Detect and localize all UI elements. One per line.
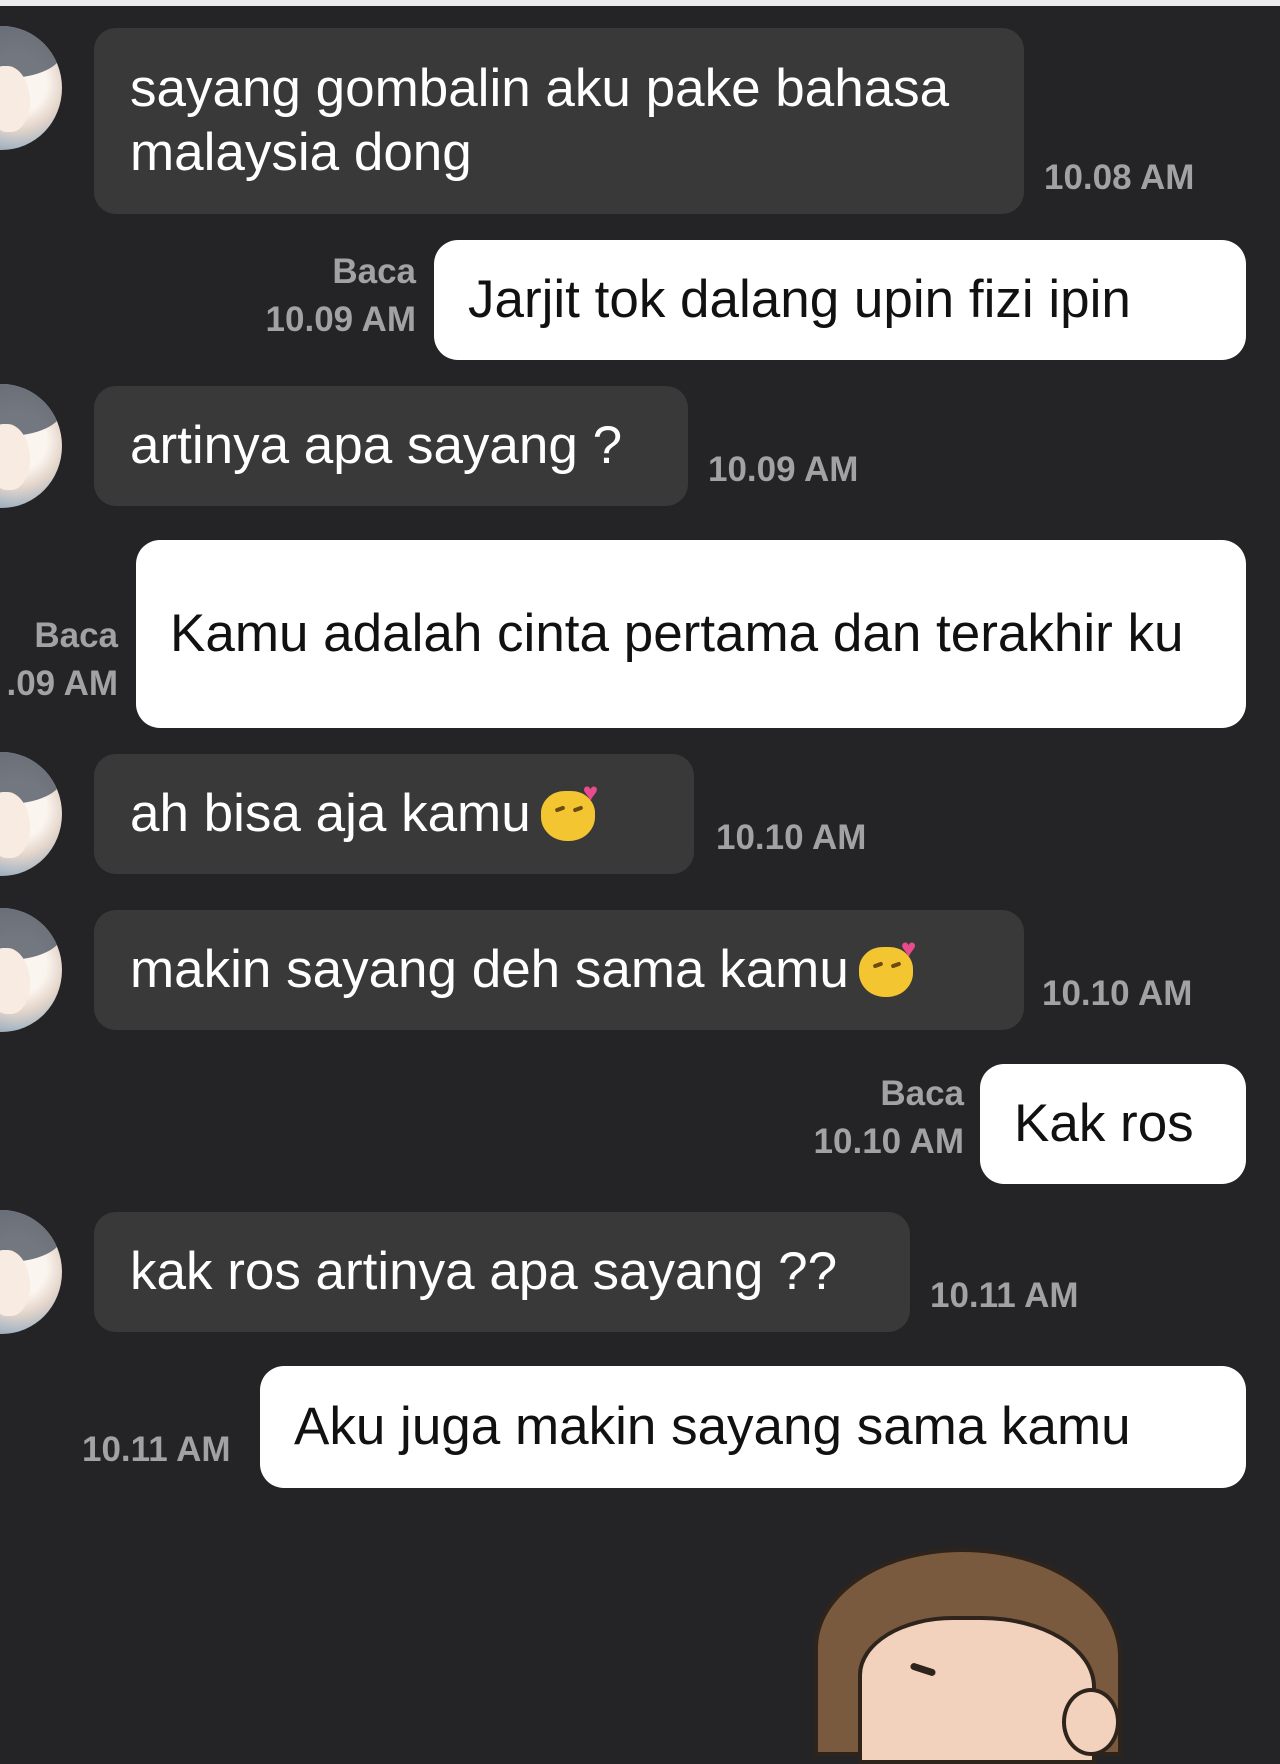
message-timestamp: 10.09 AM [265,300,416,339]
cartoon-character-illustration [800,1538,1130,1764]
message-text: makin sayang deh sama kamu [130,940,849,999]
message-meta: Baca 10.10 AM [780,1070,964,1166]
message-text: Aku juga makin sayang sama kamu [294,1397,1131,1456]
outgoing-message-bubble[interactable]: Kamu adalah cinta pertama dan terakhir k… [136,540,1246,728]
message-text: artinya apa sayang ? [130,416,623,475]
message-timestamp: 10.10 AM [1042,974,1193,1013]
message-timestamp: 10.11 AM [82,1430,231,1469]
kissing-face-with-heart-emoji: ♥ [539,779,598,843]
message-timestamp: 10.11 AM [930,1276,1079,1315]
message-meta: Baca .09 AM [0,612,118,708]
message-timestamp: 10.09 AM [708,450,859,489]
message-timestamp: 10.08 AM [1044,158,1195,197]
incoming-message-bubble[interactable]: makin sayang deh sama kamu ♥ [94,910,1024,1030]
message-text: sayang gombalin aku pake bahasa malaysia… [130,59,950,182]
top-edge-strip [0,0,1280,6]
incoming-message-bubble[interactable]: sayang gombalin aku pake bahasa malaysia… [94,28,1024,214]
message-text: Kak ros [1014,1094,1194,1153]
read-status: Baca [880,1074,964,1113]
outgoing-message-bubble[interactable]: Kak ros [980,1064,1246,1184]
message-timestamp: 10.10 AM [813,1122,964,1161]
read-status: Baca [332,252,416,291]
contact-avatar[interactable] [0,26,62,150]
contact-avatar[interactable] [0,908,62,1032]
contact-avatar[interactable] [0,752,62,876]
incoming-message-bubble[interactable]: ah bisa aja kamu ♥ [94,754,694,874]
message-text: kak ros artinya apa sayang ?? [130,1242,838,1301]
message-text: Kamu adalah cinta pertama dan terakhir k… [170,604,1184,663]
incoming-message-bubble[interactable]: kak ros artinya apa sayang ?? [94,1212,910,1332]
outgoing-message-bubble[interactable]: Aku juga makin sayang sama kamu [260,1366,1246,1488]
read-status: Baca [34,616,118,655]
message-text: ah bisa aja kamu [130,784,531,843]
kissing-face-with-heart-emoji: ♥ [857,935,916,999]
contact-avatar[interactable] [0,1210,62,1334]
message-timestamp: .09 AM [6,664,118,703]
message-text: Jarjit tok dalang upin fizi ipin [468,270,1131,329]
contact-avatar[interactable] [0,384,62,508]
message-timestamp: 10.10 AM [716,818,867,857]
incoming-message-bubble[interactable]: artinya apa sayang ? [94,386,688,506]
message-meta: Baca 10.09 AM [240,248,416,344]
outgoing-message-bubble[interactable]: Jarjit tok dalang upin fizi ipin [434,240,1246,360]
